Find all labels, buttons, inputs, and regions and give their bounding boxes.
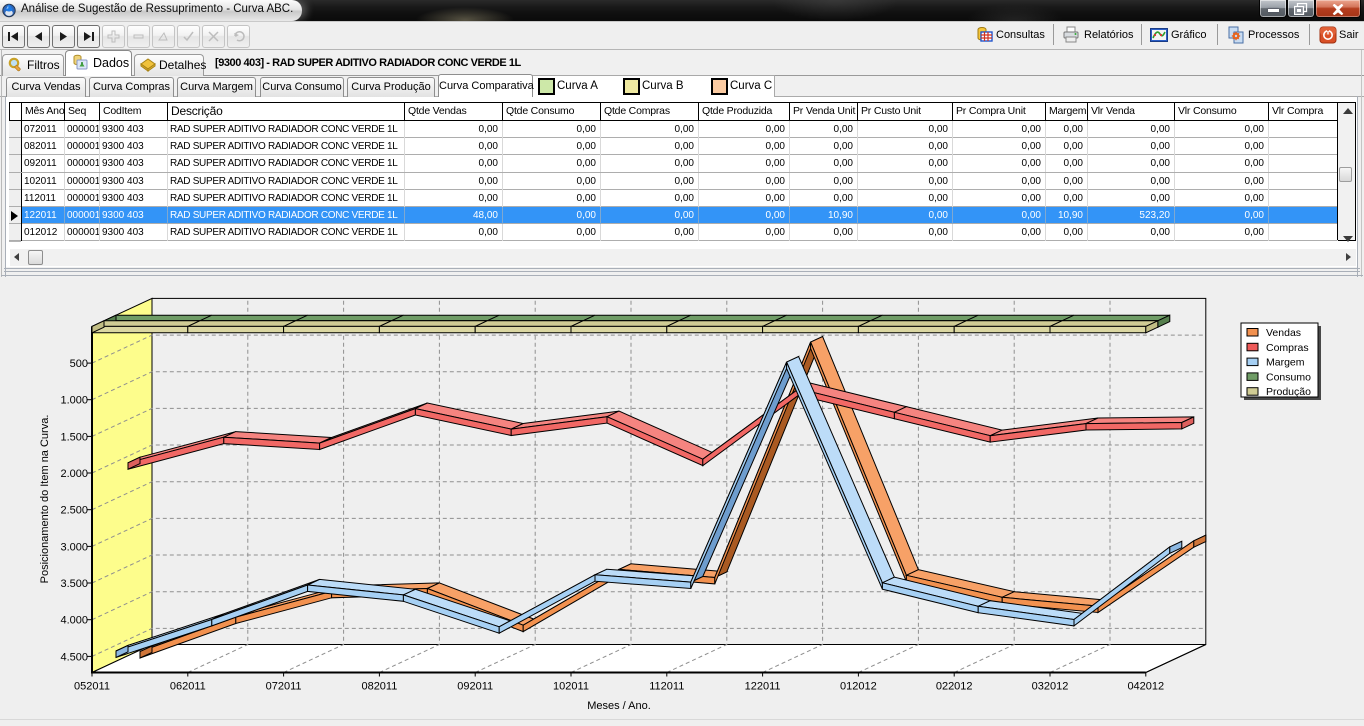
svg-text:3.500: 3.500: [60, 578, 88, 590]
svg-text:082011: 082011: [361, 681, 397, 693]
svg-text:062011: 062011: [170, 681, 206, 693]
svg-text:072011: 072011: [266, 681, 302, 693]
svg-text:Consumo: Consumo: [1266, 371, 1311, 383]
svg-text:4.500: 4.500: [60, 651, 88, 663]
svg-text:Margem: Margem: [1266, 357, 1305, 369]
svg-text:Meses / Ano.: Meses / Ano.: [587, 700, 651, 712]
svg-text:Produção: Produção: [1266, 386, 1311, 398]
svg-text:032012: 032012: [1032, 681, 1069, 693]
svg-text:1.500: 1.500: [60, 431, 88, 443]
svg-text:102011: 102011: [553, 681, 589, 693]
svg-text:500: 500: [70, 358, 88, 370]
svg-text:1.000: 1.000: [60, 395, 88, 407]
svg-text:052011: 052011: [74, 681, 110, 693]
svg-text:3.000: 3.000: [60, 541, 88, 553]
svg-text:Vendas: Vendas: [1266, 327, 1301, 339]
svg-text:Posicionamento do Item na Curv: Posicionamento do Item na Curva.: [39, 415, 51, 584]
svg-text:2.000: 2.000: [60, 468, 88, 480]
svg-text:2.500: 2.500: [60, 505, 88, 517]
svg-text:112011: 112011: [649, 681, 684, 693]
svg-text:Compras: Compras: [1266, 342, 1309, 354]
svg-text:012012: 012012: [840, 681, 877, 693]
svg-text:4.000: 4.000: [60, 615, 88, 627]
svg-text:122011: 122011: [745, 681, 781, 693]
svg-text:022012: 022012: [936, 681, 973, 693]
svg-text:042012: 042012: [1127, 681, 1164, 693]
svg-text:092011: 092011: [457, 681, 493, 693]
